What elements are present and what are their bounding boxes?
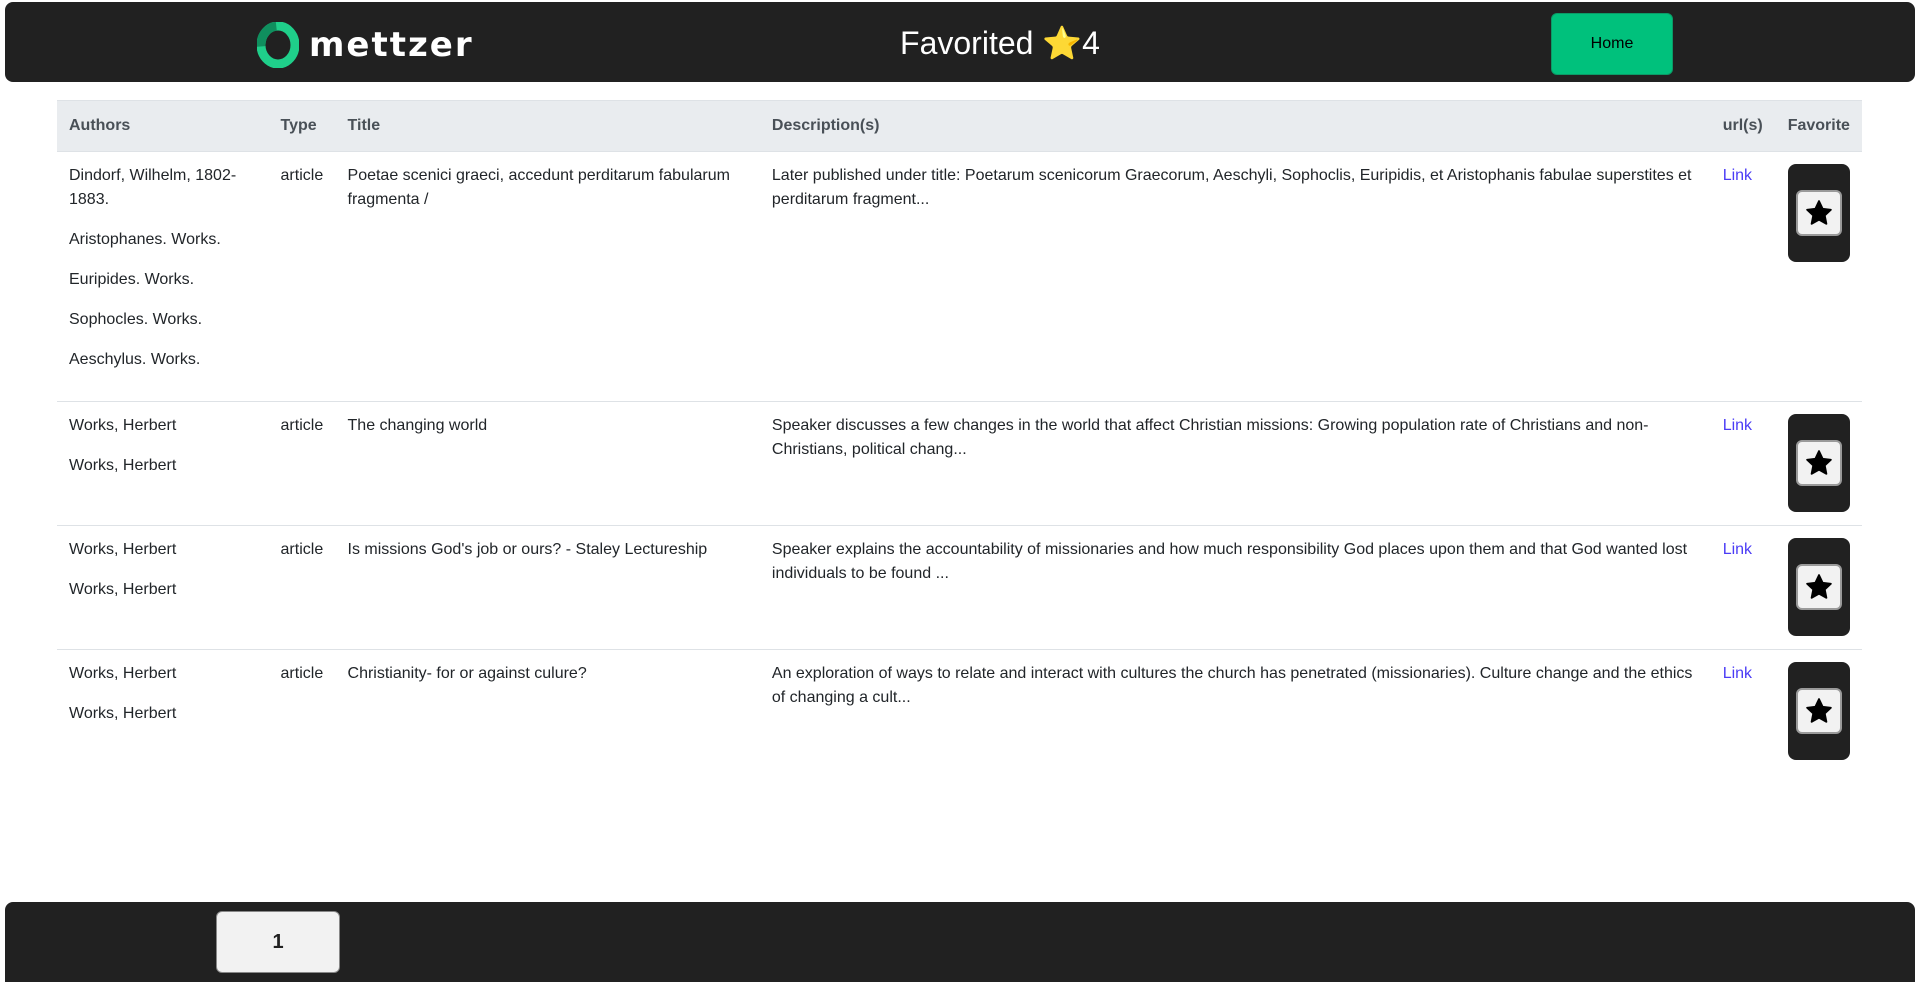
title-cell: Poetae scenici graeci, accedunt perditar… [335,151,760,402]
authors-cell: Works, Herbert Works, Herbert [57,650,269,774]
url-cell: Link [1710,401,1776,526]
favorite-cell [1775,401,1862,526]
author-name: Euripides. Works. [69,271,195,288]
table-header-row: Authors Type Title Description(s) url(s)… [57,100,1862,152]
author-name: Works, Herbert [69,665,177,682]
pagination-page-button[interactable]: 1 [216,911,340,973]
authors-cell: Dindorf, Wilhelm, 1802-1883. Aristophane… [57,151,269,402]
record-link[interactable]: Link [1723,417,1752,434]
title-cell: The changing world [335,401,760,526]
star-icon [1805,698,1832,723]
title-cell: Christianity- for or against culure? [347,665,587,682]
type-cell: article [280,665,324,682]
author-name: Aeschylus. Works. [69,351,201,368]
type-cell: article [268,401,336,526]
column-header-urls[interactable]: url(s) [1710,100,1776,152]
favorite-count: 4 [1082,25,1100,61]
favorites-table: Authors Type Title Description(s) url(s)… [57,100,1862,774]
star-icon [1805,574,1832,599]
url-cell: Link [1710,151,1776,402]
column-header-description[interactable]: Description(s) [759,100,1711,152]
column-header-authors[interactable]: Authors [57,100,269,152]
favorite-button[interactable] [1795,440,1842,486]
author-name: Works, Herbert [69,541,177,558]
record-link[interactable]: Link [1723,167,1752,184]
table-row: Works, Herbert Works, Herbert article Ch… [57,650,1862,774]
favorite-cell [1776,650,1862,774]
favorite-toggle-container [1787,414,1850,512]
page-title-text: Favorited [900,25,1034,61]
table-row: Dindorf, Wilhelm, 1802-1883. Aristophane… [57,151,1862,402]
authors-cell: Works, Herbert Works, Herbert [57,401,269,526]
table-row: Works, Herbert Works, Herbert article Is… [57,525,1862,650]
footer-bar: 1 [5,902,1915,982]
favorite-toggle-container [1787,538,1850,636]
description-cell: Speaker discusses a few changes in the w… [759,401,1711,526]
favorite-button[interactable] [1795,190,1842,236]
title-cell: Is missions God's job or ours? - Staley … [335,525,760,650]
author-name: Works, Herbert [69,705,177,722]
url-cell: Link [1710,525,1776,650]
favorite-cell [1775,525,1862,650]
author-name: Aristophanes. Works. [69,231,221,248]
table-row: Works, Herbert Works, Herbert article Th… [57,401,1862,526]
top-navbar: mettzer Favorited ⭐4 Home [5,2,1915,82]
favorite-button[interactable] [1795,688,1842,734]
favorite-cell [1775,151,1862,402]
type-cell: article [268,525,336,650]
description-cell: An exploration of ways to relate and int… [771,665,1693,706]
author-name: Works, Herbert [69,581,177,598]
star-icon [1805,450,1832,475]
favorite-toggle-container [1787,164,1850,262]
star-icon: ⭐ [1042,25,1083,61]
favorite-toggle-container [1787,662,1850,760]
author-name: Works, Herbert [69,417,177,434]
author-name: Works, Herbert [69,457,177,474]
column-header-favorite[interactable]: Favorite [1775,100,1862,152]
description-cell: Speaker explains the accountability of m… [759,525,1711,650]
url-cell: Link [1711,650,1776,774]
authors-cell: Works, Herbert Works, Herbert [57,525,269,650]
home-button[interactable]: Home [1551,13,1673,75]
star-icon [1805,200,1832,225]
record-link[interactable]: Link [1723,541,1752,558]
type-cell: article [268,151,336,402]
author-name: Dindorf, Wilhelm, 1802-1883. [69,167,237,208]
description-cell: Later published under title: Poetarum sc… [759,151,1711,402]
favorite-button[interactable] [1795,564,1842,610]
column-header-title[interactable]: Title [335,100,760,152]
author-name: Sophocles. Works. [69,311,203,328]
record-link[interactable]: Link [1723,665,1752,682]
column-header-type[interactable]: Type [268,100,336,152]
